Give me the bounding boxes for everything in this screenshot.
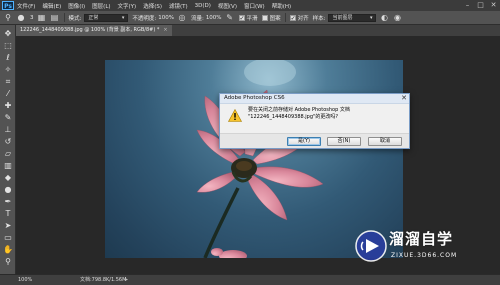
clone-stamp-icon[interactable]: ⊥ — [3, 125, 13, 135]
menu-file[interactable]: 文件(F) — [17, 2, 35, 10]
dialog-title: Adobe Photoshop CS6 — [220, 94, 409, 104]
sample-select-value: 当前图层 — [332, 14, 353, 21]
clone-stamp-tool-icon[interactable]: ⚲ — [3, 13, 13, 23]
brush-icon[interactable]: ✎ — [3, 113, 13, 123]
opacity-value[interactable]: 100% — [158, 15, 174, 21]
sample-label: 样本: — [312, 15, 326, 22]
shape-icon[interactable]: ▭ — [3, 233, 13, 243]
marquee-icon[interactable]: ⬚ — [3, 41, 13, 51]
menu-view[interactable]: 视图(V) — [218, 2, 237, 10]
crop-icon[interactable]: ⌗ — [3, 77, 13, 87]
menu-layer[interactable]: 图层(L) — [92, 2, 110, 10]
quick-select-icon[interactable]: ✧ — [3, 65, 13, 75]
close-tab-icon[interactable]: × — [163, 27, 167, 33]
smooth-label: 平滑 — [246, 15, 258, 22]
opacity-label: 不透明度: — [132, 15, 157, 22]
sample-select[interactable]: 当前图层 ▾ — [328, 13, 377, 22]
maximize-button[interactable]: □ — [476, 1, 485, 9]
zoom-icon[interactable]: ⚲ — [3, 257, 13, 267]
mode-select-value: 正常 — [88, 14, 99, 21]
dialog-close-button[interactable]: ✕ — [401, 94, 407, 103]
dialog-message-line1: 要在关闭之前存储对 Adobe Photoshop 文档 — [248, 107, 350, 113]
photoshop-logo: Ps — [2, 1, 14, 10]
status-bar: 100% 文档:798.8K/1.56M ▸ — [0, 274, 500, 285]
yes-button[interactable]: 是(Y) — [287, 137, 321, 146]
menu-select[interactable]: 选择(S) — [143, 2, 162, 10]
eraser-icon[interactable]: ▱ — [3, 149, 13, 159]
menu-filter[interactable]: 滤镜(T) — [169, 2, 188, 10]
document-tab-title: 122246_1448409388.jpg @ 100% (背景 副本, RGB… — [20, 27, 160, 33]
warning-icon — [228, 109, 242, 122]
status-menu-arrow-icon[interactable]: ▸ — [125, 275, 128, 285]
watermark: 溜溜自学 ZIXUE.3D66.COM — [355, 226, 495, 266]
save-changes-dialog: Adobe Photoshop CS6 ✕ 要在关闭之前存储对 Adobe Ph… — [219, 93, 410, 149]
history-brush-icon[interactable]: ↺ — [3, 137, 13, 147]
smooth-checkbox[interactable]: ✓ — [238, 14, 245, 21]
hand-icon[interactable]: ✋ — [3, 245, 13, 255]
watermark-text: 溜溜自学 — [389, 230, 454, 248]
path-select-icon[interactable]: ➤ — [3, 221, 13, 231]
ignore-adjustment-layers-icon[interactable]: ◐ — [379, 13, 389, 23]
tools-panel: ✥ ⬚ ℓ ✧ ⌗ ⁄ ✚ ✎ ⊥ ↺ ▱ ▥ ◆ ● ✒ T ➤ ▭ ✋ ⚲ — [0, 25, 16, 274]
watermark-logo-icon — [355, 230, 387, 262]
clone-source-icon[interactable]: ▤ — [50, 13, 60, 23]
chevron-down-icon: ▾ — [121, 14, 125, 21]
eyedropper-icon[interactable]: ⁄ — [3, 89, 13, 99]
menu-bar: Ps 文件(F) 编辑(E) 图像(I) 图层(L) 文字(Y) 选择(S) 滤… — [0, 0, 500, 11]
menu-3d[interactable]: 3D(D) — [195, 3, 211, 9]
pressure-opacity-icon[interactable]: ◎ — [177, 13, 187, 23]
healing-icon[interactable]: ✚ — [3, 101, 13, 111]
other-checkbox[interactable] — [261, 14, 268, 21]
menu-help[interactable]: 帮助(H) — [272, 2, 291, 10]
chevron-down-icon: ▾ — [369, 14, 373, 21]
align-checkbox[interactable]: ✓ — [289, 14, 296, 21]
brush-preset-picker-icon[interactable]: ● — [16, 13, 26, 23]
minimize-button[interactable]: – — [463, 1, 472, 9]
cancel-button[interactable]: 取消 — [368, 137, 402, 146]
document-tab-strip: 122246_1448409388.jpg @ 100% (背景 副本, RGB… — [16, 25, 500, 36]
menu-image[interactable]: 图像(I) — [68, 2, 85, 10]
no-button[interactable]: 否(N) — [327, 137, 361, 146]
blur-icon[interactable]: ◆ — [3, 173, 13, 183]
separator — [63, 13, 65, 22]
document-size: 文档:798.8K/1.56M — [80, 277, 127, 283]
other-label: 图案 — [269, 15, 281, 22]
document-tab[interactable]: 122246_1448409388.jpg @ 100% (背景 副本, RGB… — [16, 25, 172, 36]
menu-window[interactable]: 窗口(W) — [244, 2, 265, 10]
move-icon[interactable]: ✥ — [3, 29, 13, 39]
lasso-icon[interactable]: ℓ — [3, 53, 13, 63]
type-icon[interactable]: T — [3, 209, 13, 219]
airbrush-icon[interactable]: ✎ — [225, 13, 235, 23]
options-bar: ⚲ ● 3 ▦ ▤ 模式: 正常 ▾ 不透明度: 100% ◎ 流量: 100%… — [0, 11, 500, 25]
pen-icon[interactable]: ✒ — [3, 197, 13, 207]
align-label: 对齐 — [297, 15, 309, 22]
pressure-size-icon[interactable]: ◉ — [392, 13, 402, 23]
brush-size-value: 3 — [30, 14, 34, 21]
menu-edit[interactable]: 编辑(E) — [42, 2, 61, 10]
close-window-button[interactable]: ✕ — [489, 1, 498, 9]
gradient-icon[interactable]: ▥ — [3, 161, 13, 171]
dodge-icon[interactable]: ● — [3, 185, 13, 195]
mode-select[interactable]: 正常 ▾ — [84, 13, 129, 22]
dialog-button-row: 是(Y) 否(N) 取消 — [220, 133, 409, 148]
flow-value[interactable]: 100% — [206, 15, 222, 21]
separator — [284, 13, 286, 22]
flow-label: 流量: — [190, 15, 204, 22]
dialog-message-line2: "122246_1448409388.jpg"的更改吗? — [248, 114, 338, 120]
menu-type[interactable]: 文字(Y) — [118, 2, 137, 10]
mode-label: 模式: — [68, 15, 82, 22]
watermark-subtext: ZIXUE.3D66.COM — [391, 252, 458, 259]
toggle-brush-panel-icon[interactable]: ▦ — [37, 13, 47, 23]
zoom-level[interactable]: 100% — [18, 275, 32, 285]
